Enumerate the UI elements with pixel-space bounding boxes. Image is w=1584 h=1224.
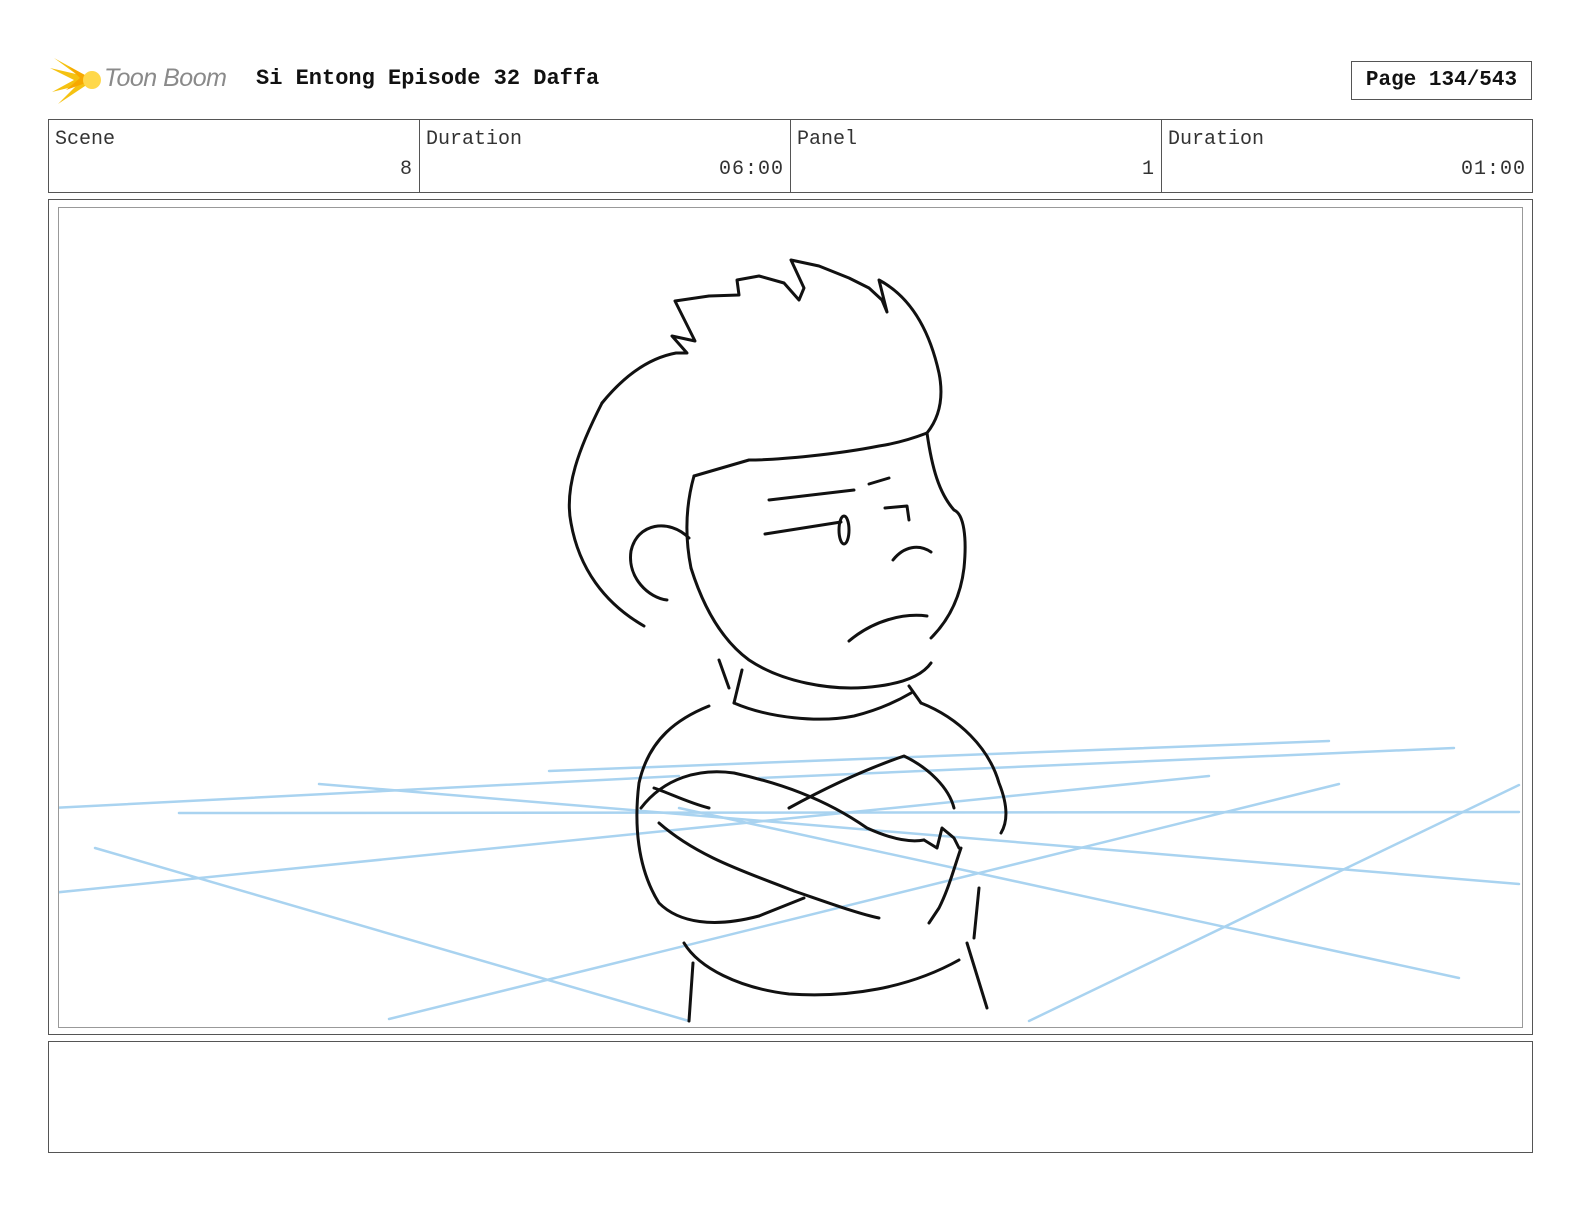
panel-duration-label: Duration [1168, 128, 1265, 151]
panel-label: Panel [797, 128, 858, 151]
document-title: Si Entong Episode 32 Daffa [256, 66, 600, 91]
scene-cell: Scene 8 [49, 120, 420, 192]
scene-duration-value: 06:00 [718, 158, 784, 181]
sketch-drawing [59, 258, 1521, 1023]
page-number: Page 134/543 [1351, 61, 1532, 100]
panel-duration-cell: Duration 01:00 [1162, 120, 1532, 192]
logo-text: Toon Boom [104, 64, 227, 92]
scene-duration-cell: Duration 06:00 [420, 120, 791, 192]
panel-drawing [58, 207, 1523, 1028]
panel-value: 1 [1141, 158, 1155, 181]
starburst-icon [50, 58, 101, 104]
panel-duration-value: 01:00 [1460, 158, 1526, 181]
character-sketch [567, 258, 1008, 1023]
scene-value: 8 [399, 158, 413, 181]
scene-label: Scene [55, 128, 116, 151]
toon-boom-logo: Toon Boom [50, 54, 240, 106]
floor-guide-lines [59, 739, 1521, 1023]
notes-box [48, 1041, 1533, 1153]
panel-cell: Panel 1 [791, 120, 1162, 192]
scene-duration-label: Duration [426, 128, 523, 151]
storyboard-info-row: Scene 8 Duration 06:00 Panel 1 Duration … [48, 119, 1533, 193]
